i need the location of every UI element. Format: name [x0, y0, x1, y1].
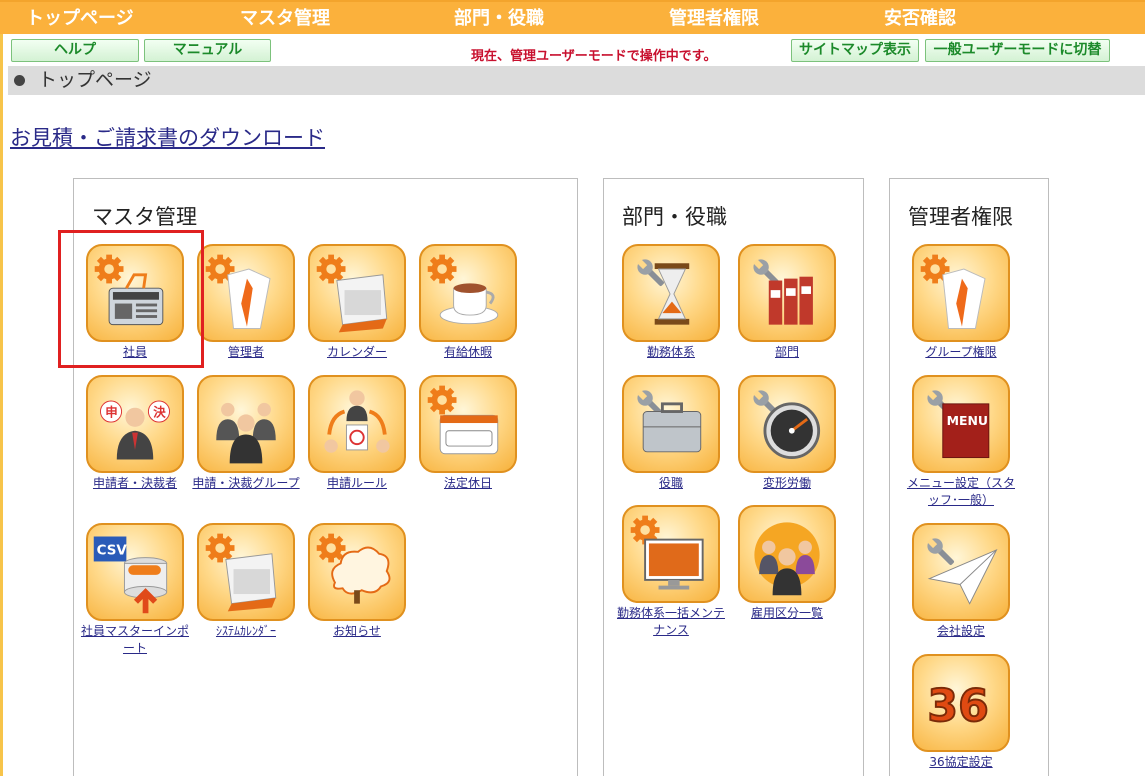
nav-department[interactable]: 部門・役職	[454, 8, 544, 30]
help-button[interactable]: ヘルプ	[11, 39, 139, 62]
group-people-icon[interactable]	[197, 375, 295, 473]
tile-department-5[interactable]: 雇用区分一覧	[732, 505, 842, 622]
top-navigation: トップページ マスタ管理 部門・役職 管理者権限 安否確認	[0, 0, 1145, 34]
tile-label[interactable]: 管理者	[191, 344, 301, 361]
hourglass-icon[interactable]	[622, 244, 720, 342]
tile-master-6[interactable]: 申請ルール	[302, 375, 412, 492]
tile-master-1[interactable]: 管理者	[191, 244, 301, 361]
tile-department-1[interactable]: 部門	[732, 244, 842, 361]
department-panel-title: 部門・役職	[622, 205, 727, 229]
menu-book-icon[interactable]: MENU	[912, 375, 1010, 473]
tile-label[interactable]: 申請・決裁グループ	[191, 475, 301, 492]
tile-label[interactable]: メニュー設定（スタッフ･一般）	[906, 475, 1016, 509]
shirt-tie-icon[interactable]	[197, 244, 295, 342]
tile-label[interactable]: 変形労働	[732, 475, 842, 492]
tile-master-2[interactable]: カレンダー	[302, 244, 412, 361]
briefcase-icon[interactable]	[622, 375, 720, 473]
tile-master-3[interactable]: 有給休暇	[413, 244, 523, 361]
tile-label[interactable]: 勤務体系一括メンテナンス	[616, 605, 726, 639]
tile-label[interactable]: お知らせ	[302, 623, 412, 640]
number-36-icon[interactable]: 36	[912, 654, 1010, 752]
tile-master-10[interactable]: お知らせ	[302, 523, 412, 640]
master-panel-title: マスタ管理	[92, 205, 197, 229]
tile-label[interactable]: 会社設定	[906, 623, 1016, 640]
tile-label[interactable]: ｼｽﾃﾑｶﾚﾝﾀﾞｰ	[191, 623, 301, 640]
tile-department-0[interactable]: 勤務体系	[616, 244, 726, 361]
binders-icon[interactable]	[738, 244, 836, 342]
nav-top-page[interactable]: トップページ	[26, 8, 134, 30]
notice-cloud-icon[interactable]	[308, 523, 406, 621]
calendar-icon[interactable]	[308, 244, 406, 342]
system-calendar-icon[interactable]	[197, 523, 295, 621]
tile-label[interactable]: 雇用区分一覧	[732, 605, 842, 622]
selection-highlight	[58, 230, 204, 368]
sitemap-button[interactable]: サイトマップ表示	[791, 39, 919, 62]
tile-label[interactable]: 役職	[616, 475, 726, 492]
application-rule-icon[interactable]	[308, 375, 406, 473]
nav-master[interactable]: マスタ管理	[240, 8, 330, 30]
estimate-invoice-download-link[interactable]: お見積・ご請求書のダウンロード	[10, 122, 325, 152]
bullet-icon	[14, 75, 25, 86]
tile-label[interactable]: 36協定設定	[906, 754, 1016, 771]
tile-master-8[interactable]: CSV 社員マスターインポート	[80, 523, 190, 657]
tile-label[interactable]: 有給休暇	[413, 344, 523, 361]
tile-department-2[interactable]: 役職	[616, 375, 726, 492]
legal-holiday-calendar-icon[interactable]	[419, 375, 517, 473]
tile-label[interactable]: 社員マスターインポート	[80, 623, 190, 657]
svg-text:MENU: MENU	[947, 413, 988, 428]
nav-safety[interactable]: 安否確認	[884, 8, 956, 30]
monitor-icon[interactable]	[622, 505, 720, 603]
shirt-tie-icon[interactable]	[912, 244, 1010, 342]
tile-admin-3[interactable]: 36 36協定設定	[906, 654, 1016, 771]
nav-admin[interactable]: 管理者権限	[669, 8, 759, 30]
tile-master-5[interactable]: 申請・決裁グループ	[191, 375, 301, 492]
tile-label[interactable]: 法定休日	[413, 475, 523, 492]
svg-text:申: 申	[105, 404, 117, 419]
tile-label[interactable]: 部門	[732, 344, 842, 361]
breadcrumb: トップページ	[8, 66, 1145, 95]
applicant-approver-icon[interactable]: 申決	[86, 375, 184, 473]
tile-label[interactable]: 申請ルール	[302, 475, 412, 492]
breadcrumb-current: トップページ	[38, 69, 152, 91]
coffee-cup-icon[interactable]	[419, 244, 517, 342]
manual-button[interactable]: マニュアル	[144, 39, 271, 62]
tile-department-4[interactable]: 勤務体系一括メンテナンス	[616, 505, 726, 639]
csv-import-icon[interactable]: CSV	[86, 523, 184, 621]
tile-admin-0[interactable]: グループ権限	[906, 244, 1016, 361]
tile-admin-1[interactable]: MENU メニュー設定（スタッフ･一般）	[906, 375, 1016, 509]
tile-label[interactable]: 申請者・決裁者	[80, 475, 190, 492]
tile-master-7[interactable]: 法定休日	[413, 375, 523, 492]
svg-text:CSV: CSV	[97, 544, 128, 559]
tile-admin-2[interactable]: 会社設定	[906, 523, 1016, 640]
tile-label[interactable]: 勤務体系	[616, 344, 726, 361]
tile-label[interactable]: グループ権限	[906, 344, 1016, 361]
tile-department-3[interactable]: 変形労働	[732, 375, 842, 492]
svg-text:決: 決	[153, 404, 166, 419]
switch-user-mode-button[interactable]: 一般ユーザーモードに切替	[925, 39, 1110, 62]
tile-master-4[interactable]: 申決申請者・決裁者	[80, 375, 190, 492]
mode-status-message: 現在、管理ユーザーモードで操作中です。	[471, 49, 717, 64]
admin-panel-title: 管理者権限	[908, 205, 1013, 229]
paper-plane-icon[interactable]	[912, 523, 1010, 621]
left-edge-rule	[0, 0, 3, 776]
speedometer-icon[interactable]	[738, 375, 836, 473]
workers-group-icon[interactable]	[738, 505, 836, 603]
tile-master-9[interactable]: ｼｽﾃﾑｶﾚﾝﾀﾞｰ	[191, 523, 301, 640]
svg-text:36: 36	[927, 681, 988, 732]
tile-label[interactable]: カレンダー	[302, 344, 412, 361]
